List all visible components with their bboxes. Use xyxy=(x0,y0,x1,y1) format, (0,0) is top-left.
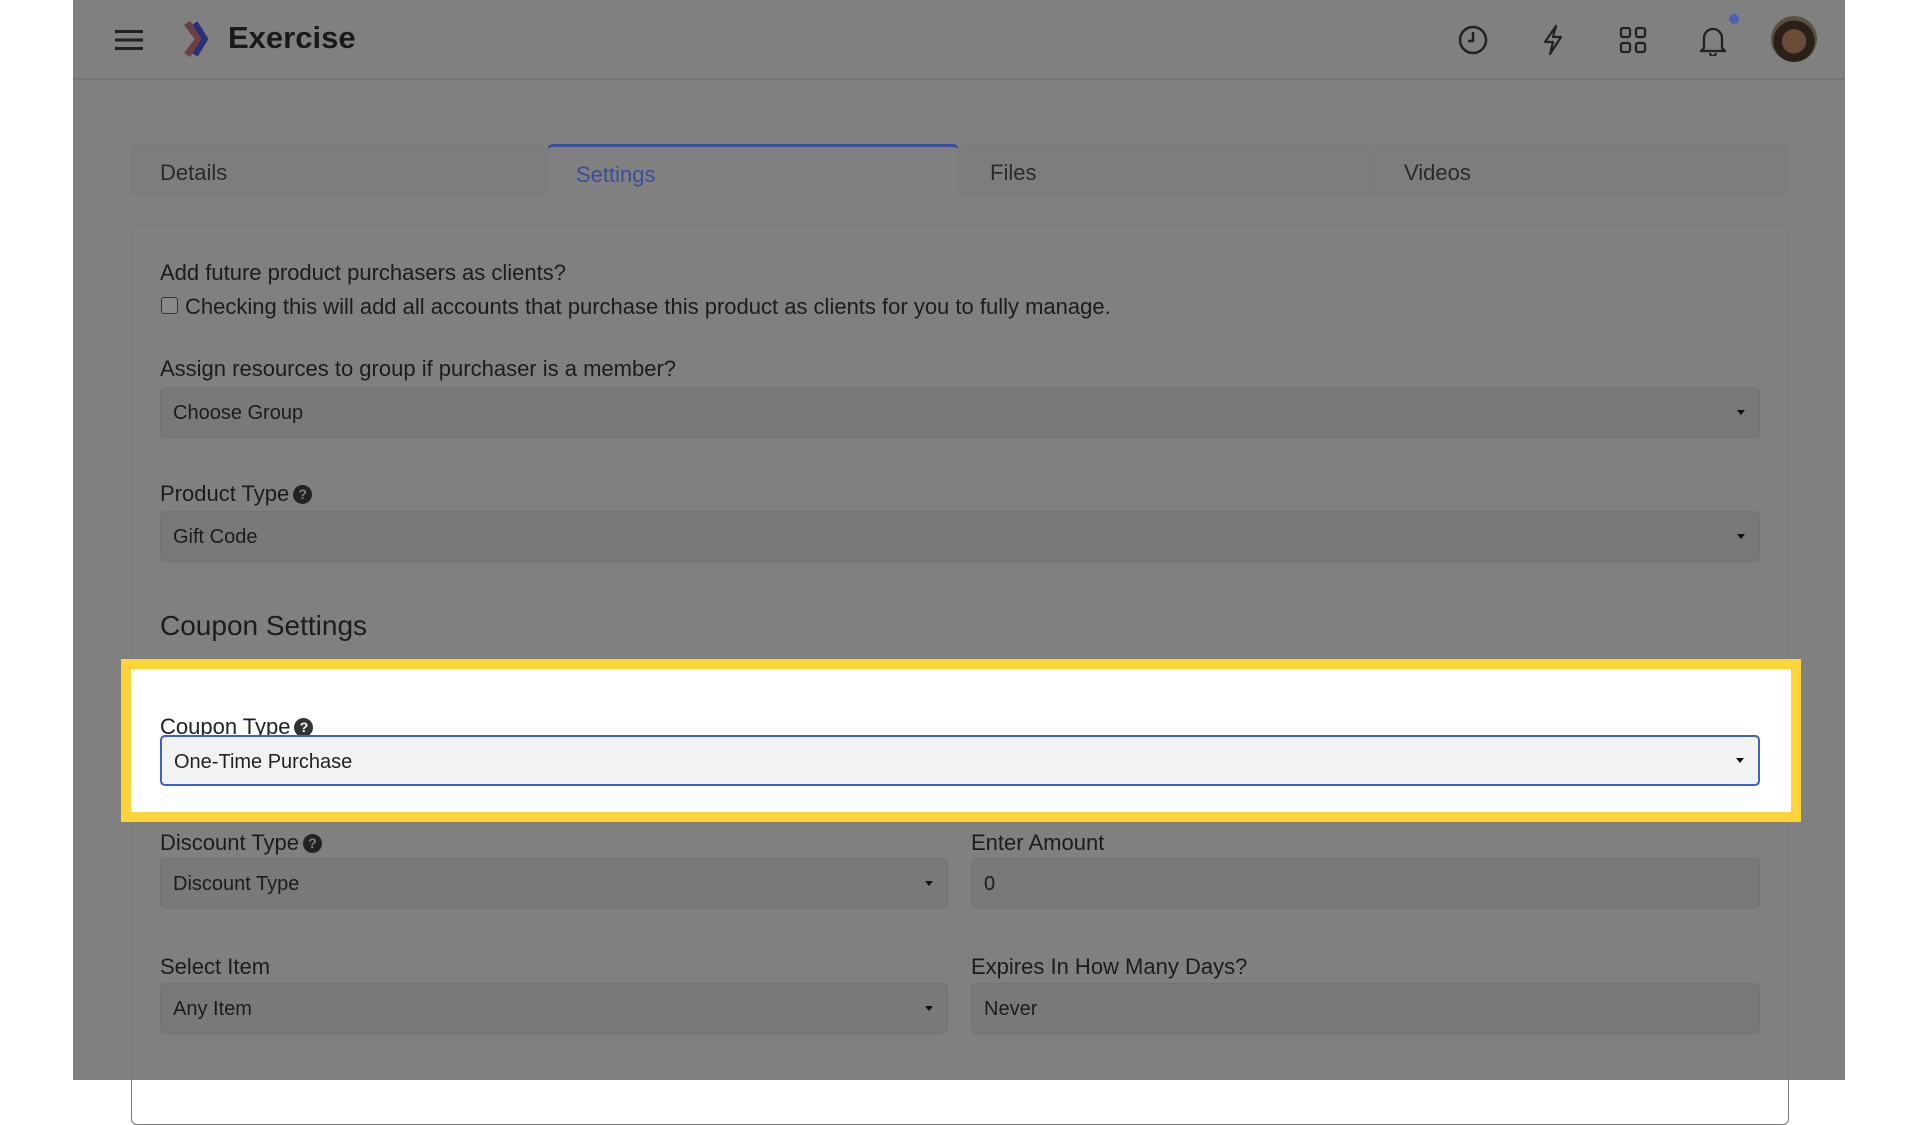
logo-icon xyxy=(181,20,213,62)
help-icon[interactable]: ? xyxy=(293,485,313,504)
lightning-icon[interactable] xyxy=(1535,22,1571,58)
amount-input[interactable]: 0 xyxy=(971,858,1760,909)
product-type-select[interactable]: Gift Code xyxy=(160,511,1760,562)
grid-icon[interactable] xyxy=(1615,22,1651,58)
tab-videos[interactable]: Videos xyxy=(1375,144,1788,196)
expires-label: Expires In How Many Days? xyxy=(971,954,1248,979)
select-item-label: Select Item xyxy=(160,954,271,979)
menu-icon[interactable] xyxy=(111,22,147,58)
clients-question: Add future product purchasers as clients… xyxy=(160,260,567,285)
coupon-type-select[interactable]: One-Time Purchase xyxy=(160,735,1760,786)
coupon-settings-heading: Coupon Settings xyxy=(160,610,368,641)
caret-down-icon xyxy=(925,1006,933,1011)
highlight-box: Coupon Type? One-Time Purchase xyxy=(121,659,1801,822)
tab-files[interactable]: Files xyxy=(961,144,1373,196)
clock-icon[interactable] xyxy=(1455,22,1491,58)
coupon-type-value: One-Time Purchase xyxy=(174,751,353,773)
caret-down-icon xyxy=(1737,410,1745,415)
amount-label: Enter Amount xyxy=(971,830,1105,855)
select-item-value: Any Item xyxy=(173,998,252,1020)
caret-down-icon xyxy=(1736,758,1744,763)
group-value: Choose Group xyxy=(173,402,304,424)
caret-down-icon xyxy=(925,881,933,886)
tab-settings[interactable]: Settings xyxy=(547,144,959,196)
bell-icon[interactable] xyxy=(1695,22,1731,58)
avatar[interactable] xyxy=(1771,16,1817,62)
group-label: Assign resources to group if purchaser i… xyxy=(160,356,677,381)
group-select[interactable]: Choose Group xyxy=(160,387,1760,438)
caret-down-icon xyxy=(1737,534,1745,539)
app-name[interactable]: Exercise xyxy=(228,20,356,56)
select-item-select[interactable]: Any Item xyxy=(160,983,948,1034)
coupon-type-section: Coupon Type? One-Time Purchase xyxy=(131,669,1791,812)
discount-type-label: Discount Type? xyxy=(160,830,323,856)
page: Exercise Details Settings Files Videos A… xyxy=(73,0,1845,1125)
discount-type-select[interactable]: Discount Type xyxy=(160,858,948,909)
discount-type-value: Discount Type xyxy=(173,873,300,895)
expires-input[interactable]: Never xyxy=(971,983,1760,1034)
clients-checkbox[interactable] xyxy=(161,297,178,314)
discount-type-text: Discount Type xyxy=(160,830,300,855)
amount-value: 0 xyxy=(984,873,996,895)
product-type-value: Gift Code xyxy=(173,526,258,548)
tab-details[interactable]: Details xyxy=(131,144,545,196)
notification-dot xyxy=(1729,14,1739,24)
product-type-label: Product Type? xyxy=(160,481,313,507)
top-bar: Exercise xyxy=(73,0,1845,80)
clients-checkbox-label: Checking this will add all accounts that… xyxy=(185,294,1111,319)
help-icon[interactable]: ? xyxy=(303,834,323,853)
product-type-text: Product Type xyxy=(160,481,290,506)
expires-value: Never xyxy=(984,998,1038,1020)
